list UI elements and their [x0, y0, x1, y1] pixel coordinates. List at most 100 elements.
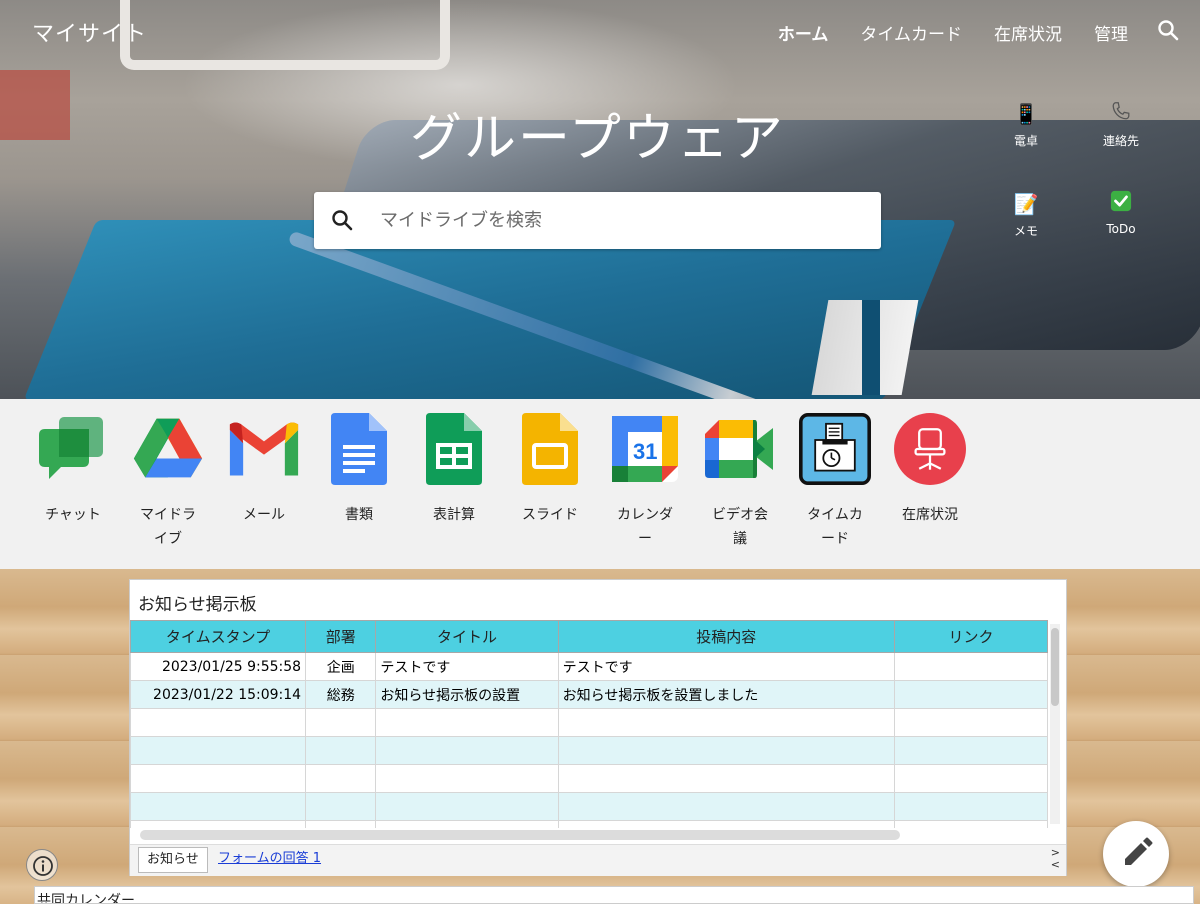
table-cell[interactable] [557, 708, 895, 737]
table-cell[interactable] [305, 820, 377, 828]
prev-arrow-icon[interactable]: < [1051, 859, 1060, 871]
app-meet[interactable]: ビデオ会 議 [700, 409, 780, 551]
app-label: ビデオ会 議 [712, 507, 768, 547]
table-cell[interactable]: 企画 [305, 652, 377, 681]
quick-link-calculator[interactable]: 📱 電卓 [991, 100, 1061, 149]
app-label: スライド [522, 507, 578, 523]
scrollbar-thumb[interactable] [1051, 628, 1059, 706]
app-label: 在席状況 [902, 507, 958, 523]
app-launcher: チャット マイドラ イブ メール 書類 表計算 スライド 31 カレンダ ー ビ… [0, 399, 1200, 569]
google-docs-icon [323, 409, 395, 489]
table-cell[interactable] [375, 708, 559, 737]
table-cell[interactable] [893, 680, 1048, 709]
table-cell[interactable] [893, 708, 1048, 737]
horizontal-scrollbar[interactable] [140, 830, 900, 840]
table-cell[interactable] [557, 820, 895, 828]
app-chat[interactable]: チャット [33, 409, 113, 527]
table-row[interactable]: 2023/01/22 15:09:14 総務 お知らせ掲示板の設置 お知らせ掲示… [130, 680, 1048, 709]
table-cell[interactable] [305, 764, 377, 793]
quick-link-memo[interactable]: 📝 メモ [991, 190, 1061, 239]
app-mail[interactable]: メール [224, 409, 304, 527]
table-cell[interactable]: 総務 [305, 680, 377, 709]
table-cell[interactable]: 2023/01/22 15:09:14 [130, 680, 307, 709]
table-cell[interactable]: お知らせ掲示板の設置 [375, 680, 559, 709]
column-header[interactable]: 投稿内容 [557, 620, 895, 653]
table-cell[interactable] [375, 736, 559, 765]
telephone-icon [1086, 100, 1156, 132]
app-timecard[interactable]: タイムカ ード [795, 409, 875, 551]
table-cell[interactable] [130, 820, 307, 828]
edit-button[interactable] [1103, 821, 1169, 887]
table-row[interactable] [130, 764, 1048, 793]
quick-link-contacts[interactable]: 連絡先 [1086, 100, 1156, 149]
info-button[interactable] [26, 849, 58, 881]
column-header[interactable]: タイトル [375, 620, 559, 653]
hero-banner: マイサイト ホーム タイムカード 在席状況 管理 グループウェア 📱 電卓 連絡… [0, 0, 1200, 399]
calendar-day-number: 31 [633, 439, 658, 464]
search-icon[interactable] [1156, 18, 1180, 42]
app-slides[interactable]: スライド [510, 409, 590, 527]
table-cell[interactable] [130, 792, 307, 821]
time-clock-icon [799, 409, 871, 489]
table-cell[interactable] [305, 736, 377, 765]
sheet-tab-form-responses[interactable]: フォームの回答 1 [210, 847, 329, 873]
quick-link-label: 連絡先 [1102, 134, 1139, 148]
table-cell[interactable] [130, 764, 307, 793]
hero-band-shape [862, 300, 880, 395]
drive-search-input[interactable] [380, 204, 860, 236]
column-header[interactable]: リンク [893, 620, 1048, 653]
table-row[interactable] [130, 792, 1048, 821]
notice-grid[interactable]: タイムスタンプ 部署 タイトル 投稿内容 リンク 2023/01/25 9:55… [130, 620, 1048, 828]
table-cell[interactable] [305, 792, 377, 821]
notice-table: タイムスタンプ 部署 タイトル 投稿内容 リンク 2023/01/25 9:55… [130, 620, 1048, 828]
table-cell[interactable] [557, 764, 895, 793]
google-meet-icon [704, 409, 776, 489]
nav-link-admin[interactable]: 管理 [1094, 20, 1128, 45]
app-label: 書類 [345, 507, 373, 523]
site-title-link[interactable]: マイサイト [32, 16, 147, 48]
table-cell[interactable] [375, 764, 559, 793]
table-cell[interactable] [375, 820, 559, 828]
table-cell[interactable]: お知らせ掲示板を設置しました [557, 680, 895, 709]
sheet-tab-notice[interactable]: お知らせ [138, 847, 208, 873]
table-row[interactable] [130, 736, 1048, 765]
nav-link-timecard[interactable]: タイムカード [860, 20, 962, 45]
table-cell[interactable] [893, 652, 1048, 681]
table-cell[interactable] [557, 792, 895, 821]
app-drive[interactable]: マイドラ イブ [128, 409, 208, 551]
app-sheets[interactable]: 表計算 [414, 409, 494, 527]
table-cell[interactable] [130, 736, 307, 765]
table-row[interactable] [130, 820, 1048, 828]
app-presence[interactable]: 在席状況 [890, 409, 970, 527]
table-cell[interactable] [305, 708, 377, 737]
table-cell[interactable]: テストです [375, 652, 559, 681]
nav-link-home[interactable]: ホーム [778, 20, 829, 45]
google-calendar-icon: 31 [609, 409, 681, 489]
table-row[interactable] [130, 708, 1048, 737]
column-header[interactable]: 部署 [305, 620, 377, 653]
app-calendar[interactable]: 31 カレンダ ー [605, 409, 685, 551]
vertical-scrollbar[interactable] [1050, 624, 1060, 824]
sheet-scroll-arrows[interactable]: > < [1051, 847, 1060, 871]
quick-link-todo[interactable]: ToDo [1086, 190, 1156, 236]
info-icon [33, 856, 53, 876]
table-row[interactable]: 2023/01/25 9:55:58 企画 テストです テストです [130, 652, 1048, 681]
table-cell[interactable]: 2023/01/25 9:55:58 [130, 652, 307, 681]
table-cell[interactable] [893, 736, 1048, 765]
nav-link-presence[interactable]: 在席状況 [994, 20, 1062, 45]
gmail-icon [228, 409, 300, 489]
sheet-tabs-bar: お知らせ フォームの回答 1 > < [130, 844, 1066, 876]
table-cell[interactable]: テストです [557, 652, 895, 681]
table-cell[interactable] [893, 792, 1048, 821]
column-header[interactable]: タイムスタンプ [130, 620, 307, 653]
table-cell[interactable] [557, 736, 895, 765]
drive-search-box[interactable] [314, 192, 881, 249]
table-cell[interactable] [375, 792, 559, 821]
table-cell[interactable] [130, 708, 307, 737]
app-docs[interactable]: 書類 [319, 409, 399, 527]
app-label: 表計算 [433, 507, 475, 523]
shared-calendar-section: 共同カレンダー [34, 886, 1194, 904]
table-cell[interactable] [893, 764, 1048, 793]
app-label: カレンダ ー [617, 507, 673, 547]
table-cell[interactable] [893, 820, 1048, 828]
